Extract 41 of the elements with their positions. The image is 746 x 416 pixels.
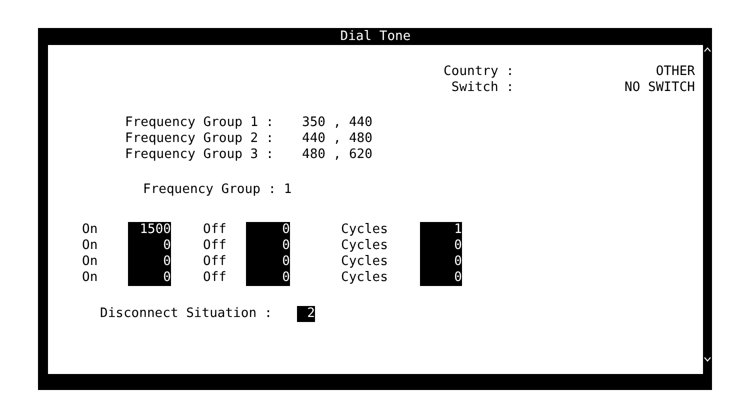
field-label: Frequency Group :: [143, 182, 278, 198]
off-input[interactable]: 0: [246, 238, 290, 254]
field-value: NO SWITCH: [624, 80, 696, 96]
field-value: 480 , 620: [302, 147, 372, 163]
field-label: Off: [203, 238, 228, 254]
field-label: Cycles: [341, 238, 389, 254]
on-input[interactable]: 0: [128, 238, 171, 254]
field-label: Cycles: [341, 222, 389, 238]
field-value: 1: [284, 182, 292, 198]
field-label: On: [82, 238, 99, 254]
field-label: Frequency Group 2 :: [125, 131, 275, 147]
field-label: On: [82, 222, 99, 238]
window-title: Dial Tone: [339, 28, 412, 45]
field-label: Off: [203, 254, 228, 270]
field-label: Cycles: [341, 270, 389, 286]
field-label: Switch :: [450, 80, 514, 96]
field-label: On: [82, 270, 99, 286]
off-input[interactable]: 0: [246, 254, 290, 270]
on-input[interactable]: 0: [128, 254, 171, 270]
field-label: On: [82, 254, 99, 270]
scroll-up-icon[interactable]: [704, 47, 711, 52]
on-input[interactable]: 1500: [128, 222, 171, 238]
field-label: Off: [203, 270, 228, 286]
field-value: 350 , 440: [302, 115, 372, 131]
off-input[interactable]: 0: [246, 270, 290, 286]
cycles-input[interactable]: 0: [420, 254, 462, 270]
off-input[interactable]: 0: [246, 222, 290, 238]
scroll-down-icon[interactable]: [704, 357, 711, 362]
field-label: Cycles: [341, 254, 389, 270]
field-label: Country :: [442, 64, 514, 80]
on-input[interactable]: 0: [128, 270, 171, 286]
field-value: 440 , 480: [302, 131, 372, 147]
field-label: Frequency Group 1 :: [125, 115, 275, 131]
field-label: Off: [203, 222, 228, 238]
cycles-input[interactable]: 1: [420, 222, 462, 238]
field-label: Frequency Group 3 :: [125, 147, 275, 163]
disconnect-input[interactable]: 2: [297, 306, 315, 322]
field-label: Disconnect Situation :: [100, 306, 274, 322]
cycles-input[interactable]: 0: [420, 238, 462, 254]
field-value: OTHER: [654, 64, 696, 80]
cycles-input[interactable]: 0: [420, 270, 462, 286]
